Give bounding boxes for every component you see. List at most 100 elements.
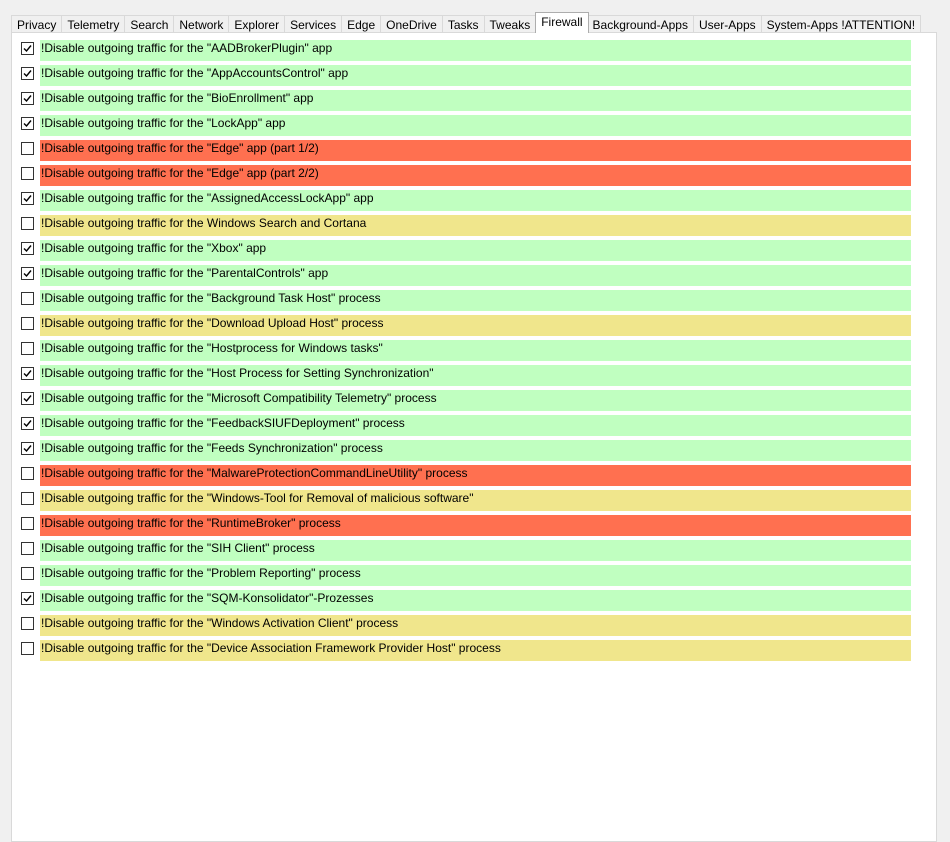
rule-label[interactable]: !Disable outgoing traffic for the "Windo… xyxy=(40,615,911,636)
firewall-rule-row[interactable]: !Disable outgoing traffic for the "Windo… xyxy=(12,615,932,640)
firewall-rule-row[interactable]: !Disable outgoing traffic for the "Edge"… xyxy=(12,165,932,190)
rule-checkbox[interactable] xyxy=(21,92,34,105)
rule-label[interactable]: !Disable outgoing traffic for the "Feeds… xyxy=(40,440,911,461)
checkmark-icon xyxy=(23,95,32,103)
rule-checkbox[interactable] xyxy=(21,567,34,580)
checkmark-icon xyxy=(23,195,32,203)
rule-label[interactable]: !Disable outgoing traffic for the "AADBr… xyxy=(40,40,911,61)
firewall-rule-row[interactable]: !Disable outgoing traffic for the "Micro… xyxy=(12,390,932,415)
rule-checkbox[interactable] xyxy=(21,442,34,455)
checkmark-icon xyxy=(23,245,32,253)
rule-checkbox[interactable] xyxy=(21,142,34,155)
firewall-rule-row[interactable]: !Disable outgoing traffic for the "Assig… xyxy=(12,190,932,215)
firewall-rule-row[interactable]: !Disable outgoing traffic for the "Xbox"… xyxy=(12,240,932,265)
tab-privacy[interactable]: Privacy xyxy=(11,15,63,33)
rule-checkbox[interactable] xyxy=(21,317,34,330)
rule-label[interactable]: !Disable outgoing traffic for the "Edge"… xyxy=(40,140,911,161)
checkmark-icon xyxy=(23,45,32,53)
firewall-rule-list: !Disable outgoing traffic for the "AADBr… xyxy=(12,40,932,665)
rule-checkbox[interactable] xyxy=(21,267,34,280)
firewall-rule-row[interactable]: !Disable outgoing traffic for the "SIH C… xyxy=(12,540,932,565)
firewall-tab-panel: !Disable outgoing traffic for the "AADBr… xyxy=(11,32,937,842)
rule-label[interactable]: !Disable outgoing traffic for the "Paren… xyxy=(40,265,911,286)
firewall-rule-row[interactable]: !Disable outgoing traffic for the Window… xyxy=(12,215,932,240)
firewall-rule-row[interactable]: !Disable outgoing traffic for the "Paren… xyxy=(12,265,932,290)
rule-checkbox[interactable] xyxy=(21,217,34,230)
rule-label[interactable]: !Disable outgoing traffic for the "SIH C… xyxy=(40,540,911,561)
rule-checkbox[interactable] xyxy=(21,617,34,630)
tab-background-apps[interactable]: Background-Apps xyxy=(586,15,694,33)
firewall-rule-row[interactable]: !Disable outgoing traffic for the "AADBr… xyxy=(12,40,932,65)
rule-label[interactable]: !Disable outgoing traffic for the "Micro… xyxy=(40,390,911,411)
rule-label[interactable]: !Disable outgoing traffic for the "Xbox"… xyxy=(40,240,911,261)
rule-checkbox[interactable] xyxy=(21,292,34,305)
tab-system-apps-attention[interactable]: System-Apps !ATTENTION! xyxy=(760,15,922,33)
rule-label[interactable]: !Disable outgoing traffic for the "Devic… xyxy=(40,640,911,661)
rule-checkbox[interactable] xyxy=(21,342,34,355)
rule-checkbox[interactable] xyxy=(21,417,34,430)
firewall-rule-row[interactable]: !Disable outgoing traffic for the "Feeds… xyxy=(12,440,932,465)
firewall-rule-row[interactable]: !Disable outgoing traffic for the "Edge"… xyxy=(12,140,932,165)
tab-telemetry[interactable]: Telemetry xyxy=(61,15,126,33)
tab-firewall[interactable]: Firewall xyxy=(535,12,589,33)
tab-onedrive[interactable]: OneDrive xyxy=(380,15,443,33)
rule-checkbox[interactable] xyxy=(21,642,34,655)
rule-label[interactable]: !Disable outgoing traffic for the "SQM-K… xyxy=(40,590,911,611)
rule-label[interactable]: !Disable outgoing traffic for the "BioEn… xyxy=(40,90,911,111)
firewall-rule-row[interactable]: !Disable outgoing traffic for the "Probl… xyxy=(12,565,932,590)
rule-label[interactable]: !Disable outgoing traffic for the "Windo… xyxy=(40,490,911,511)
firewall-rule-row[interactable]: !Disable outgoing traffic for the "Devic… xyxy=(12,640,932,665)
firewall-rule-row[interactable]: !Disable outgoing traffic for the "LockA… xyxy=(12,115,932,140)
firewall-rule-row[interactable]: !Disable outgoing traffic for the "SQM-K… xyxy=(12,590,932,615)
checkmark-icon xyxy=(23,370,32,378)
firewall-rule-row[interactable]: !Disable outgoing traffic for the "Backg… xyxy=(12,290,932,315)
rule-label[interactable]: !Disable outgoing traffic for the "Feedb… xyxy=(40,415,911,436)
rule-label[interactable]: !Disable outgoing traffic for the "Hostp… xyxy=(40,340,911,361)
firewall-rule-row[interactable]: !Disable outgoing traffic for the "Downl… xyxy=(12,315,932,340)
firewall-rule-row[interactable]: !Disable outgoing traffic for the "Feedb… xyxy=(12,415,932,440)
checkmark-icon xyxy=(23,120,32,128)
rule-checkbox[interactable] xyxy=(21,592,34,605)
rule-label[interactable]: !Disable outgoing traffic for the "Host … xyxy=(40,365,911,386)
rule-label[interactable]: !Disable outgoing traffic for the "Assig… xyxy=(40,190,911,211)
firewall-rule-row[interactable]: !Disable outgoing traffic for the "Host … xyxy=(12,365,932,390)
rule-checkbox[interactable] xyxy=(21,242,34,255)
rule-checkbox[interactable] xyxy=(21,167,34,180)
tab-explorer[interactable]: Explorer xyxy=(228,15,286,33)
rule-checkbox[interactable] xyxy=(21,542,34,555)
rule-label[interactable]: !Disable outgoing traffic for the "Runti… xyxy=(40,515,911,536)
checkmark-icon xyxy=(23,420,32,428)
rule-checkbox[interactable] xyxy=(21,392,34,405)
tab-tweaks[interactable]: Tweaks xyxy=(483,15,537,33)
tab-search[interactable]: Search xyxy=(124,15,175,33)
rule-label[interactable]: !Disable outgoing traffic for the "AppAc… xyxy=(40,65,911,86)
rule-label[interactable]: !Disable outgoing traffic for the "Probl… xyxy=(40,565,911,586)
tab-tasks[interactable]: Tasks xyxy=(441,15,485,33)
rule-checkbox[interactable] xyxy=(21,192,34,205)
rule-label[interactable]: !Disable outgoing traffic for the "Edge"… xyxy=(40,165,911,186)
rule-label[interactable]: !Disable outgoing traffic for the "Downl… xyxy=(40,315,911,336)
rule-label[interactable]: !Disable outgoing traffic for the Window… xyxy=(40,215,911,236)
tab-services[interactable]: Services xyxy=(284,15,343,33)
rule-checkbox[interactable] xyxy=(21,517,34,530)
rule-checkbox[interactable] xyxy=(21,67,34,80)
rule-label[interactable]: !Disable outgoing traffic for the "Malwa… xyxy=(40,465,911,486)
rule-checkbox[interactable] xyxy=(21,42,34,55)
tab-network[interactable]: Network xyxy=(173,15,230,33)
rule-checkbox[interactable] xyxy=(21,492,34,505)
rule-label[interactable]: !Disable outgoing traffic for the "Backg… xyxy=(40,290,911,311)
firewall-rule-row[interactable]: !Disable outgoing traffic for the "Malwa… xyxy=(12,465,932,490)
rule-checkbox[interactable] xyxy=(21,367,34,380)
checkmark-icon xyxy=(23,270,32,278)
tab-user-apps[interactable]: User-Apps xyxy=(692,15,762,33)
tab-strip: Privacy Telemetry Search Network Explorer Ser… xyxy=(11,12,922,33)
rule-checkbox[interactable] xyxy=(21,117,34,130)
firewall-rule-row[interactable]: !Disable outgoing traffic for the "Windo… xyxy=(12,490,932,515)
firewall-rule-row[interactable]: !Disable outgoing traffic for the "Runti… xyxy=(12,515,932,540)
firewall-rule-row[interactable]: !Disable outgoing traffic for the "BioEn… xyxy=(12,90,932,115)
firewall-rule-row[interactable]: !Disable outgoing traffic for the "AppAc… xyxy=(12,65,932,90)
rule-label[interactable]: !Disable outgoing traffic for the "LockA… xyxy=(40,115,911,136)
tab-edge[interactable]: Edge xyxy=(341,15,382,33)
rule-checkbox[interactable] xyxy=(21,467,34,480)
firewall-rule-row[interactable]: !Disable outgoing traffic for the "Hostp… xyxy=(12,340,932,365)
